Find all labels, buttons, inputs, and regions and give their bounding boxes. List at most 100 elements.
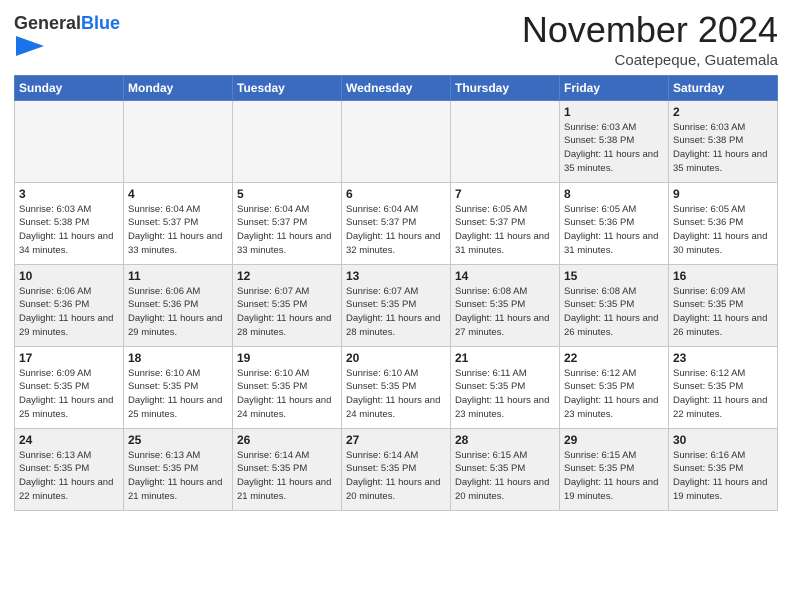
- day-info: Sunrise: 6:10 AM Sunset: 5:35 PM Dayligh…: [237, 367, 337, 422]
- day-number: 3: [19, 187, 119, 201]
- day-number: 11: [128, 269, 228, 283]
- day-number: 18: [128, 351, 228, 365]
- day-info: Sunrise: 6:07 AM Sunset: 5:35 PM Dayligh…: [237, 285, 337, 340]
- day-info: Sunrise: 6:05 AM Sunset: 5:37 PM Dayligh…: [455, 203, 555, 258]
- calendar-page: GeneralBlue November 2024 Coatepeque, Gu…: [0, 0, 792, 612]
- day-info: Sunrise: 6:10 AM Sunset: 5:35 PM Dayligh…: [346, 367, 446, 422]
- title-block: November 2024 Coatepeque, Guatemala: [522, 10, 778, 69]
- day-number: 19: [237, 351, 337, 365]
- day-info: Sunrise: 6:09 AM Sunset: 5:35 PM Dayligh…: [673, 285, 773, 340]
- day-info: Sunrise: 6:10 AM Sunset: 5:35 PM Dayligh…: [128, 367, 228, 422]
- day-info: Sunrise: 6:14 AM Sunset: 5:35 PM Dayligh…: [346, 449, 446, 504]
- calendar-cell: 17Sunrise: 6:09 AM Sunset: 5:35 PM Dayli…: [15, 346, 124, 428]
- page-header: GeneralBlue November 2024 Coatepeque, Gu…: [14, 10, 778, 69]
- calendar-cell: 15Sunrise: 6:08 AM Sunset: 5:35 PM Dayli…: [560, 264, 669, 346]
- calendar-cell: [233, 100, 342, 182]
- day-number: 5: [237, 187, 337, 201]
- calendar-cell: 29Sunrise: 6:15 AM Sunset: 5:35 PM Dayli…: [560, 428, 669, 510]
- calendar-cell: [342, 100, 451, 182]
- calendar-cell: 2 Sunrise: 6:03 AM Sunset: 5:38 PM Daylig…: [669, 100, 778, 182]
- day-info: Sunrise: 6:15 AM Sunset: 5:35 PM Dayligh…: [455, 449, 555, 504]
- day-number: 13: [346, 269, 446, 283]
- day-info: Sunrise: 6:07 AM Sunset: 5:35 PM Dayligh…: [346, 285, 446, 340]
- weekday-header-tuesday: Tuesday: [233, 75, 342, 100]
- calendar-cell: [124, 100, 233, 182]
- day-number: 20: [346, 351, 446, 365]
- calendar-cell: 5 Sunrise: 6:04 AM Sunset: 5:37 PM Daylig…: [233, 182, 342, 264]
- calendar-cell: 14 Sunrise: 6:08 AM Sunset: 5:35 PM Dayli…: [451, 264, 560, 346]
- day-number: 2: [673, 105, 773, 119]
- calendar-cell: 18 Sunrise: 6:10 AM Sunset: 5:35 PM Dayli…: [124, 346, 233, 428]
- day-info: Sunrise: 6:05 AM Sunset: 5:36 PM Dayligh…: [564, 203, 664, 258]
- day-number: 26: [237, 433, 337, 447]
- day-info: Sunrise: 6:12 AM Sunset: 5:35 PM Dayligh…: [564, 367, 664, 422]
- day-number: 28: [455, 433, 555, 447]
- calendar-cell: 16 Sunrise: 6:09 AM Sunset: 5:35 PM Dayli…: [669, 264, 778, 346]
- weekday-header-sunday: Sunday: [15, 75, 124, 100]
- calendar-cell: 6 Sunrise: 6:04 AM Sunset: 5:37 PM Daylig…: [342, 182, 451, 264]
- day-info: Sunrise: 6:08 AM Sunset: 5:35 PM Dayligh…: [455, 285, 555, 340]
- calendar-cell: [451, 100, 560, 182]
- day-info: Sunrise: 6:06 AM Sunset: 5:36 PM Dayligh…: [19, 285, 119, 340]
- calendar-cell: 11 Sunrise: 6:06 AM Sunset: 5:36 PM Dayli…: [124, 264, 233, 346]
- day-number: 16: [673, 269, 773, 283]
- day-info: Sunrise: 6:06 AM Sunset: 5:36 PM Dayligh…: [128, 285, 228, 340]
- day-number: 24: [19, 433, 119, 447]
- day-info: Sunrise: 6:03 AM Sunset: 5:38 PM Dayligh…: [19, 203, 119, 258]
- weekday-header-thursday: Thursday: [451, 75, 560, 100]
- day-info: Sunrise: 6:03 AM Sunset: 5:38 PM Dayligh…: [564, 121, 664, 176]
- calendar-cell: 22Sunrise: 6:12 AM Sunset: 5:35 PM Dayli…: [560, 346, 669, 428]
- day-number: 7: [455, 187, 555, 201]
- logo-blue-text: Blue: [81, 13, 120, 33]
- day-info: Sunrise: 6:04 AM Sunset: 5:37 PM Dayligh…: [237, 203, 337, 258]
- day-number: 12: [237, 269, 337, 283]
- calendar-cell: 21 Sunrise: 6:11 AM Sunset: 5:35 PM Dayli…: [451, 346, 560, 428]
- calendar-cell: 1 Sunrise: 6:03 AM Sunset: 5:38 PM Daylig…: [560, 100, 669, 182]
- calendar-cell: 3 Sunrise: 6:03 AM Sunset: 5:38 PM Daylig…: [15, 182, 124, 264]
- day-number: 6: [346, 187, 446, 201]
- day-number: 1: [564, 105, 664, 119]
- weekday-header-monday: Monday: [124, 75, 233, 100]
- calendar-cell: 24Sunrise: 6:13 AM Sunset: 5:35 PM Dayli…: [15, 428, 124, 510]
- day-number: 14: [455, 269, 555, 283]
- calendar-cell: 26 Sunrise: 6:14 AM Sunset: 5:35 PM Dayli…: [233, 428, 342, 510]
- day-info: Sunrise: 6:16 AM Sunset: 5:35 PM Dayligh…: [673, 449, 773, 504]
- calendar-cell: 30 Sunrise: 6:16 AM Sunset: 5:35 PM Dayli…: [669, 428, 778, 510]
- calendar-cell: 7 Sunrise: 6:05 AM Sunset: 5:37 PM Daylig…: [451, 182, 560, 264]
- calendar-cell: 9Sunrise: 6:05 AM Sunset: 5:36 PM Daylig…: [669, 182, 778, 264]
- day-number: 4: [128, 187, 228, 201]
- day-info: Sunrise: 6:13 AM Sunset: 5:35 PM Dayligh…: [128, 449, 228, 504]
- day-number: 29: [564, 433, 664, 447]
- day-info: Sunrise: 6:05 AM Sunset: 5:36 PM Dayligh…: [673, 203, 773, 258]
- day-number: 25: [128, 433, 228, 447]
- calendar-cell: 13 Sunrise: 6:07 AM Sunset: 5:35 PM Dayli…: [342, 264, 451, 346]
- day-info: Sunrise: 6:09 AM Sunset: 5:35 PM Dayligh…: [19, 367, 119, 422]
- calendar-cell: 10Sunrise: 6:06 AM Sunset: 5:36 PM Dayli…: [15, 264, 124, 346]
- day-info: Sunrise: 6:14 AM Sunset: 5:35 PM Dayligh…: [237, 449, 337, 504]
- calendar-cell: 8Sunrise: 6:05 AM Sunset: 5:36 PM Daylig…: [560, 182, 669, 264]
- weekday-header-row: SundayMondayTuesdayWednesdayThursdayFrid…: [15, 75, 778, 100]
- day-number: 30: [673, 433, 773, 447]
- weekday-header-friday: Friday: [560, 75, 669, 100]
- day-number: 21: [455, 351, 555, 365]
- month-title: November 2024: [522, 10, 778, 50]
- logo-general-text: General: [14, 13, 81, 33]
- calendar-cell: 12 Sunrise: 6:07 AM Sunset: 5:35 PM Dayli…: [233, 264, 342, 346]
- day-info: Sunrise: 6:04 AM Sunset: 5:37 PM Dayligh…: [128, 203, 228, 258]
- day-info: Sunrise: 6:03 AM Sunset: 5:38 PM Dayligh…: [673, 121, 773, 176]
- calendar-cell: 23 Sunrise: 6:12 AM Sunset: 5:35 PM Dayli…: [669, 346, 778, 428]
- weekday-header-wednesday: Wednesday: [342, 75, 451, 100]
- calendar-cell: 28 Sunrise: 6:15 AM Sunset: 5:35 PM Dayli…: [451, 428, 560, 510]
- week-row-1: 1 Sunrise: 6:03 AM Sunset: 5:38 PM Daylig…: [15, 100, 778, 182]
- calendar-table: SundayMondayTuesdayWednesdayThursdayFrid…: [14, 75, 778, 511]
- logo: GeneralBlue: [14, 14, 120, 60]
- logo-icon: [16, 32, 44, 60]
- day-number: 15: [564, 269, 664, 283]
- weekday-header-saturday: Saturday: [669, 75, 778, 100]
- day-info: Sunrise: 6:12 AM Sunset: 5:35 PM Dayligh…: [673, 367, 773, 422]
- week-row-4: 17Sunrise: 6:09 AM Sunset: 5:35 PM Dayli…: [15, 346, 778, 428]
- calendar-cell: 4 Sunrise: 6:04 AM Sunset: 5:37 PM Daylig…: [124, 182, 233, 264]
- day-number: 23: [673, 351, 773, 365]
- day-info: Sunrise: 6:04 AM Sunset: 5:37 PM Dayligh…: [346, 203, 446, 258]
- day-info: Sunrise: 6:11 AM Sunset: 5:35 PM Dayligh…: [455, 367, 555, 422]
